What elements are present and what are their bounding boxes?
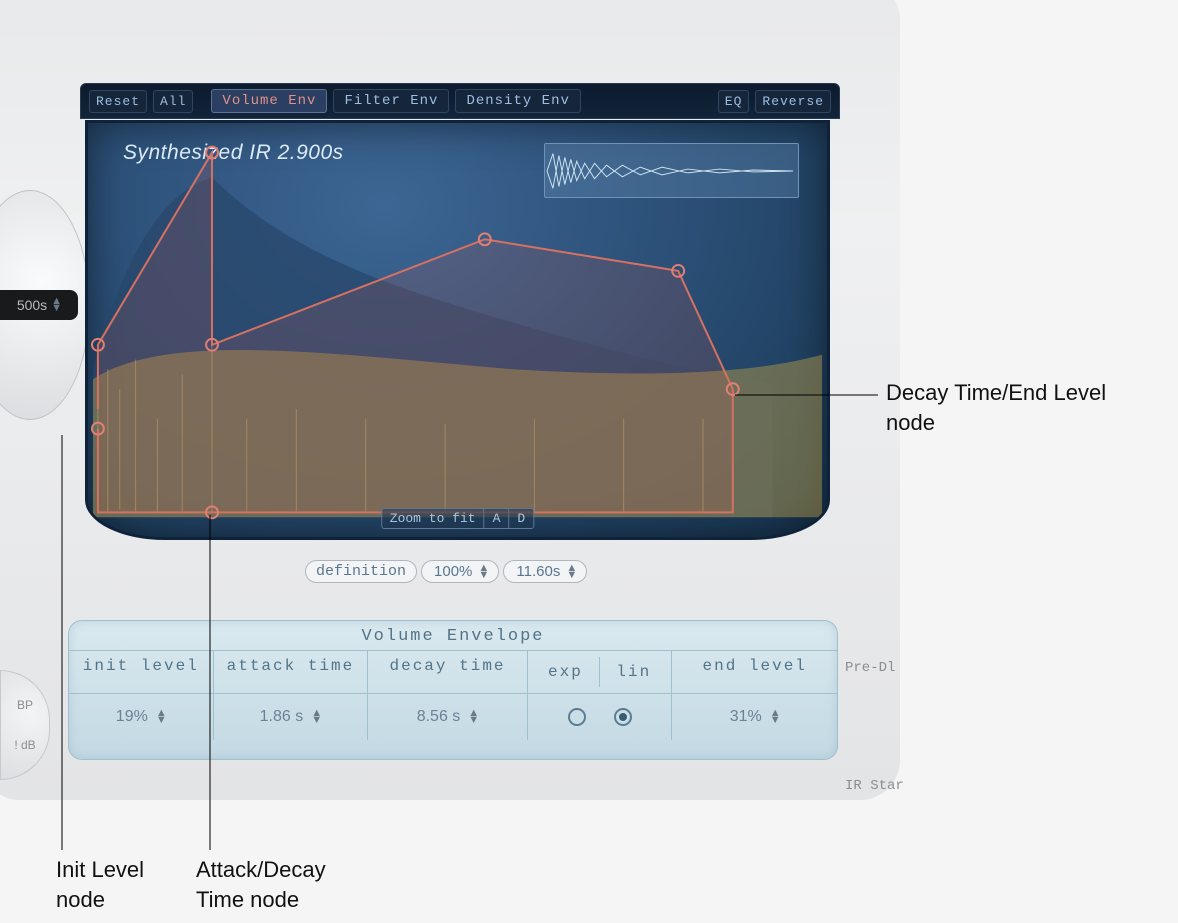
- stepper-arrows-icon: ▲▼: [468, 710, 478, 724]
- end-level-value: 31%: [730, 708, 762, 726]
- tab-filter-env[interactable]: Filter Env: [333, 89, 449, 113]
- init-level-stepper[interactable]: 19% ▲▼: [69, 694, 214, 740]
- zoom-decay-button[interactable]: D: [509, 509, 533, 528]
- decay-time-stepper[interactable]: 8.56 s ▲▼: [368, 694, 528, 740]
- definition-percent-stepper[interactable]: 100% ▲▼: [421, 560, 499, 583]
- eq-button[interactable]: EQ: [718, 90, 750, 113]
- definition-row: definition 100% ▲▼ 11.60s ▲▼: [305, 560, 587, 583]
- callout-init-level: Init Level node: [56, 855, 176, 914]
- header-attack-time: attack time: [214, 651, 369, 693]
- volume-envelope-panel: Volume Envelope init level attack time d…: [68, 620, 838, 760]
- bypass-label: BP: [17, 698, 33, 712]
- end-level-stepper[interactable]: 31% ▲▼: [672, 694, 837, 740]
- callout-attack-decay: Attack/Decay Time node: [196, 855, 366, 914]
- stepper-arrows-icon: ▲▼: [51, 298, 61, 312]
- callout-decay-end: Decay Time/End Level node: [886, 378, 1146, 437]
- attack-time-stepper[interactable]: 1.86 s ▲▼: [214, 694, 369, 740]
- stepper-arrows-icon: ▲▼: [478, 565, 488, 579]
- init-level-value: 19%: [116, 708, 148, 726]
- header-end-level: end level: [672, 651, 837, 693]
- attack-time-value: 1.86 s: [260, 708, 304, 726]
- envelope-display[interactable]: Synthesized IR 2.900s: [85, 120, 830, 540]
- definition-length-stepper[interactable]: 11.60s ▲▼: [503, 560, 587, 583]
- stepper-arrows-icon: ▲▼: [770, 710, 780, 724]
- exp-mode-radio[interactable]: [568, 708, 586, 726]
- ir-start-label: IR Star: [845, 778, 904, 794]
- envelope-tabbar: Reset All Volume Env Filter Env Density …: [80, 83, 840, 119]
- stepper-arrows-icon: ▲▼: [311, 710, 321, 724]
- tab-density-env[interactable]: Density Env: [455, 89, 580, 113]
- length-select[interactable]: 500s ▲▼: [0, 290, 78, 320]
- header-exp: exp: [532, 657, 600, 687]
- header-lin: lin: [600, 657, 667, 687]
- definition-label: definition: [305, 560, 417, 583]
- definition-percent-value: 100%: [434, 563, 472, 580]
- definition-length-value: 11.60s: [516, 563, 560, 580]
- lin-mode-radio[interactable]: [614, 708, 632, 726]
- header-init-level: init level: [69, 651, 214, 693]
- decay-time-value: 8.56 s: [417, 708, 461, 726]
- tab-volume-env[interactable]: Volume Env: [211, 89, 327, 113]
- envelope-graph[interactable]: [88, 123, 827, 537]
- pre-delay-label: Pre-Dl: [845, 660, 895, 676]
- reverse-button[interactable]: Reverse: [755, 90, 831, 113]
- db-label: ! dB: [14, 738, 35, 752]
- stepper-arrows-icon: ▲▼: [156, 710, 166, 724]
- all-button[interactable]: All: [153, 90, 193, 113]
- panel-title: Volume Envelope: [69, 621, 837, 651]
- length-select-value: 500s: [17, 297, 47, 313]
- zoom-to-fit-button[interactable]: Zoom to fit: [382, 509, 485, 528]
- zoom-bar: Zoom to fit A D: [381, 508, 534, 529]
- reset-button[interactable]: Reset: [89, 90, 147, 113]
- zoom-attack-button[interactable]: A: [485, 509, 510, 528]
- stepper-arrows-icon: ▲▼: [566, 565, 576, 579]
- header-decay-time: decay time: [368, 651, 528, 693]
